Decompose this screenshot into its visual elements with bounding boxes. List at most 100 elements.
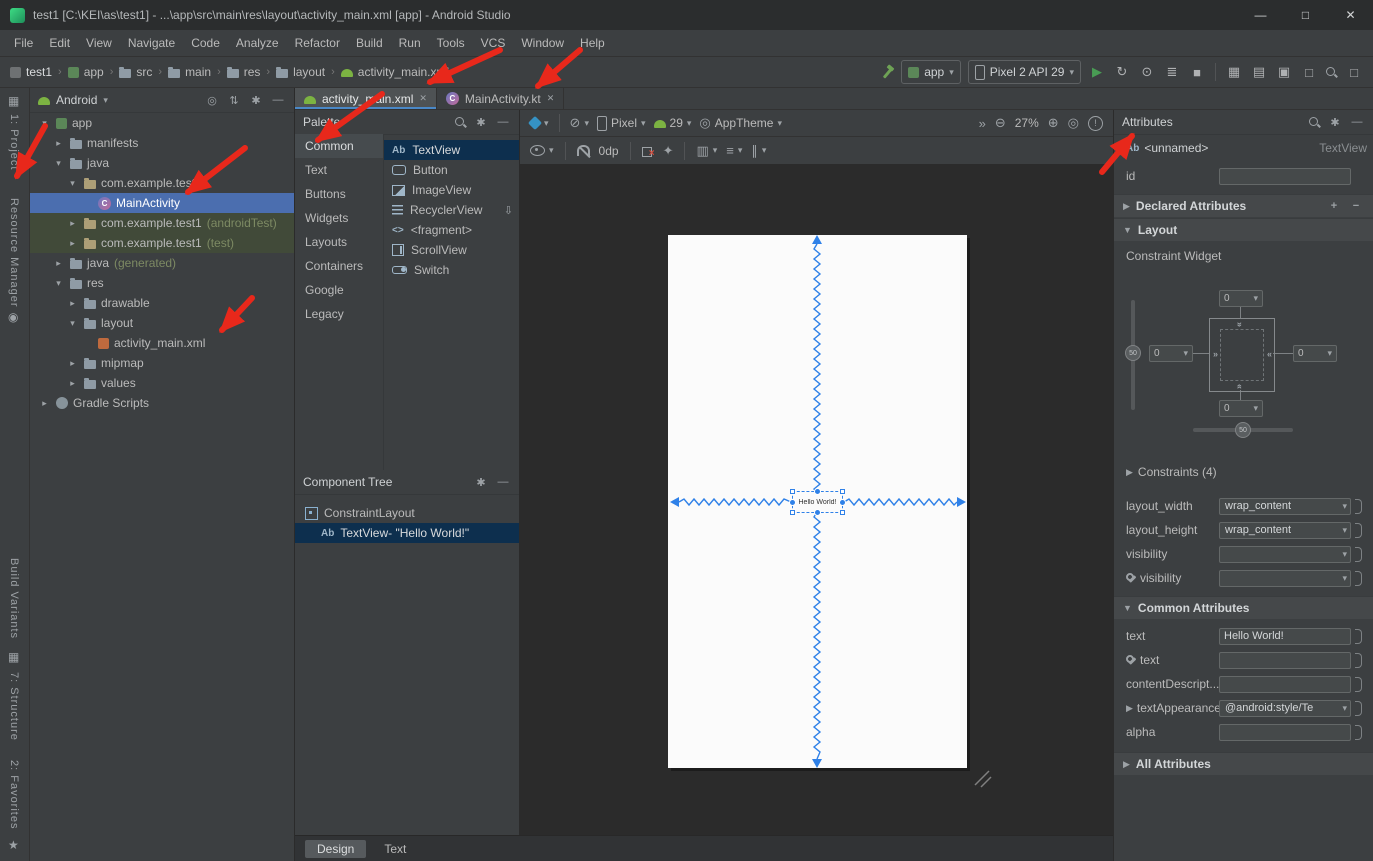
section-common-attributes[interactable]: ▼ Common Attributes <box>1114 596 1373 619</box>
margin-left-select[interactable]: 0 ▾ <box>1149 345 1193 362</box>
expand-icon[interactable]: ▶ <box>1123 201 1130 212</box>
infer-constraints-wand-icon[interactable]: ✦ <box>663 143 674 159</box>
tree-toggle-icon[interactable]: ▸ <box>38 398 51 409</box>
menu-item-file[interactable]: File <box>6 30 41 56</box>
breadcrumb-item-test1[interactable]: test1 <box>26 65 52 79</box>
device-size-select[interactable]: Pixel ▾ <box>597 116 646 131</box>
tree-toggle-icon[interactable]: ▾ <box>38 118 51 129</box>
profiler-icon[interactable]: ⊙ <box>1138 64 1156 80</box>
selected-textview-widget[interactable]: Hello World! <box>792 491 843 513</box>
collapse-all-icon[interactable]: ⇅ <box>226 94 242 107</box>
menu-item-vcs[interactable]: VCS <box>473 30 514 56</box>
tree-toggle-icon[interactable]: ▸ <box>66 358 79 369</box>
device-select[interactable]: Pixel 2 API 29 ▾ <box>968 60 1081 84</box>
clear-constraints-icon[interactable]: × <box>642 145 654 157</box>
constraint-anchor-top[interactable] <box>814 488 821 495</box>
expand-icon[interactable]: ▶ <box>1123 759 1130 770</box>
add-attribute-button[interactable]: + <box>1326 200 1342 212</box>
component-textview[interactable]: Ab TextView- "Hello World!" <box>295 523 519 543</box>
visibility-select[interactable]: ▾ <box>1219 546 1351 563</box>
constraint-anchor-left[interactable] <box>789 499 796 506</box>
palette-item-fragment[interactable]: <> <fragment> <box>384 220 519 240</box>
menu-item-help[interactable]: Help <box>572 30 613 56</box>
attach-debugger-icon[interactable]: ≣ <box>1163 64 1181 80</box>
collapse-icon[interactable]: ▼ <box>1123 603 1132 613</box>
horizontal-bias-knob[interactable]: 50 <box>1235 422 1251 438</box>
pack-select[interactable]: ∥ ▾ <box>751 143 766 159</box>
default-margin-value[interactable]: 0dp <box>599 144 619 158</box>
view-options-select[interactable]: ▾ <box>530 145 554 156</box>
component-constraintlayout[interactable]: ConstraintLayout <box>295 503 519 523</box>
tool-window-icon[interactable]: ▦ <box>8 94 19 108</box>
maximize-button[interactable]: □ <box>1283 0 1328 30</box>
tool-window-icon[interactable]: ▦ <box>8 650 19 664</box>
pin-icon[interactable]: ◉ <box>8 310 18 324</box>
close-tab-icon[interactable]: ✕ <box>547 93 555 104</box>
section-layout[interactable]: ▼ Layout <box>1114 218 1373 241</box>
constraint-anchor-bottom[interactable] <box>814 509 821 516</box>
tree-toggle-icon[interactable]: ▸ <box>66 298 79 309</box>
tree-toggle-icon[interactable]: ▾ <box>66 318 79 329</box>
tree-item-mainactivity[interactable]: C MainActivity <box>30 193 294 213</box>
palette-item-scrollview[interactable]: ScrollView <box>384 240 519 260</box>
tree-item-activity-main-xml[interactable]: activity_main.xml <box>30 333 294 353</box>
close-button[interactable]: ✕ <box>1328 0 1373 30</box>
tools-visibility-select[interactable]: ▾ <box>1219 570 1351 587</box>
menu-item-code[interactable]: Code <box>183 30 228 56</box>
menu-item-refactor[interactable]: Refactor <box>287 30 348 56</box>
text-appearance-select[interactable]: @android:style/Te ▾ <box>1219 700 1351 717</box>
minimize-button[interactable]: — <box>1238 0 1283 30</box>
pick-resource-button[interactable] <box>1355 571 1362 586</box>
breadcrumb-item-layout[interactable]: layout <box>293 65 325 79</box>
scope-icon[interactable]: ◎ <box>204 94 220 107</box>
tree-item-java[interactable]: ▾ java <box>30 153 294 173</box>
tree-item-drawable[interactable]: ▸ drawable <box>30 293 294 313</box>
build-hammer-icon[interactable] <box>881 66 894 79</box>
alpha-input[interactable] <box>1219 724 1351 741</box>
constraint-anchor-right[interactable] <box>839 499 846 506</box>
pick-resource-button[interactable] <box>1355 499 1362 514</box>
zoom-to-fit-icon[interactable]: ◎ <box>1068 115 1079 131</box>
id-input[interactable] <box>1219 168 1351 185</box>
tree-item-package-androidtest[interactable]: ▸ com.example.test1 (androidTest) <box>30 213 294 233</box>
sdk-manager-icon[interactable]: □ <box>1300 65 1318 80</box>
gear-icon[interactable]: ✱ <box>248 94 264 107</box>
device-file-explorer-icon[interactable]: ▤ <box>1250 64 1268 80</box>
palette-item-imageview[interactable]: ImageView <box>384 180 519 200</box>
pick-resource-button[interactable] <box>1355 629 1362 644</box>
sidebar-item-structure[interactable]: 7: Structure <box>8 672 20 741</box>
palette-category-text[interactable]: Text <box>295 158 383 182</box>
tab-mainactivity-kt[interactable]: C MainActivity.kt ✕ <box>437 88 564 109</box>
palette-item-switch[interactable]: Switch <box>384 260 519 280</box>
tree-toggle-icon[interactable]: ▸ <box>66 378 79 389</box>
search-everywhere-icon[interactable] <box>1325 66 1338 79</box>
tree-item-res[interactable]: ▾ res <box>30 273 294 293</box>
tree-item-mipmap[interactable]: ▸ mipmap <box>30 353 294 373</box>
menu-item-build[interactable]: Build <box>348 30 391 56</box>
constraint-box[interactable]: ›› ›› ‹‹ ‹‹ <box>1209 318 1275 392</box>
hide-panel-icon[interactable]: — <box>270 94 286 106</box>
favorites-star-icon[interactable]: ★ <box>8 838 19 852</box>
tree-item-package-test[interactable]: ▸ com.example.test1 (test) <box>30 233 294 253</box>
palette-item-textview[interactable]: Ab TextView <box>384 140 519 160</box>
guidelines-select[interactable]: ▥ ▾ <box>696 143 717 159</box>
resize-corner-handle[interactable] <box>840 489 845 494</box>
hide-panel-icon[interactable]: — <box>495 116 511 128</box>
more-actions-icon[interactable]: » <box>979 116 986 131</box>
search-icon[interactable] <box>1308 116 1321 129</box>
zoom-out-icon[interactable]: ⊖ <box>995 115 1006 131</box>
palette-item-recyclerview[interactable]: RecyclerView ⇩ <box>384 200 519 220</box>
layout-height-select[interactable]: wrap_content ▾ <box>1219 522 1351 539</box>
resize-corner-handle[interactable] <box>790 510 795 515</box>
run-button[interactable]: ▶ <box>1088 64 1106 80</box>
hide-panel-icon[interactable]: — <box>1349 116 1365 128</box>
text-input[interactable] <box>1219 628 1351 645</box>
sidebar-item-resource-manager[interactable]: Resource Manager <box>8 198 20 308</box>
warnings-icon[interactable]: ! <box>1088 116 1103 131</box>
pick-resource-button[interactable] <box>1355 547 1362 562</box>
orientation-select[interactable]: ⊘ ▾ <box>570 115 589 131</box>
api-level-select[interactable]: 29 ▾ <box>654 116 692 130</box>
breadcrumb-item-main[interactable]: main <box>185 65 211 79</box>
palette-category-common[interactable]: Common <box>295 134 383 158</box>
tree-toggle-icon[interactable]: ▸ <box>52 258 65 269</box>
